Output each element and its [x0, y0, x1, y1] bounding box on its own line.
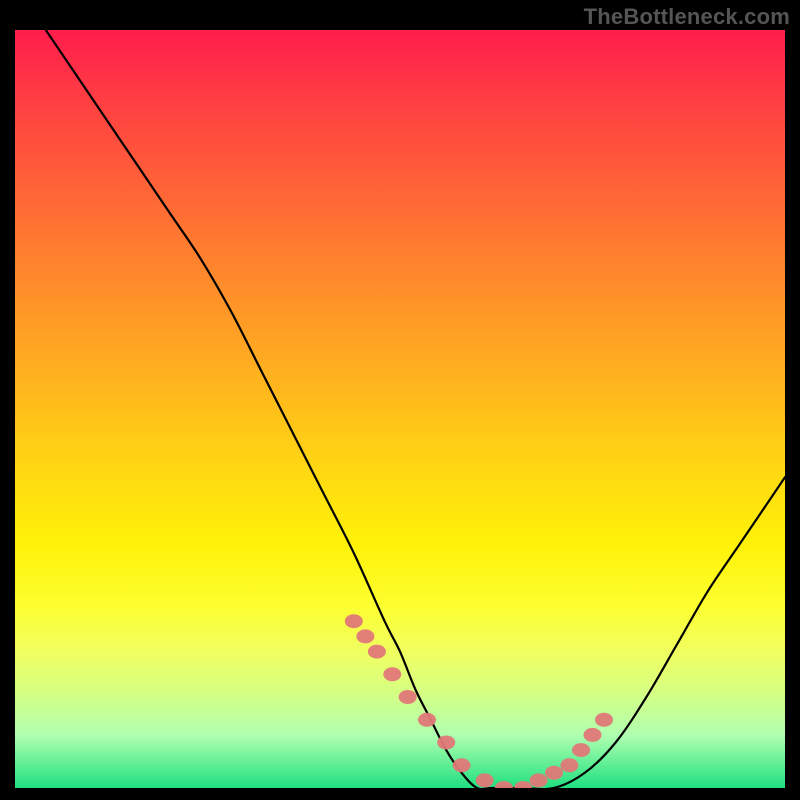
curve-marker	[584, 728, 602, 742]
curve-marker	[545, 766, 563, 780]
curve-marker	[495, 781, 513, 788]
curve-marker	[476, 773, 494, 787]
curve-marker	[418, 713, 436, 727]
curve-marker	[530, 773, 548, 787]
curve-marker	[399, 690, 417, 704]
plot-outer	[15, 30, 785, 788]
curve-marker	[560, 758, 578, 772]
curve-marker	[345, 614, 363, 628]
bottleneck-curve	[46, 30, 785, 788]
curve-markers	[345, 614, 613, 788]
curve-marker	[572, 743, 590, 757]
curve-marker	[595, 713, 613, 727]
curve-marker	[453, 758, 471, 772]
curve-marker	[383, 667, 401, 681]
curve-marker	[514, 781, 532, 788]
watermark-text: TheBottleneck.com	[584, 4, 790, 30]
chart-frame: TheBottleneck.com	[0, 0, 800, 800]
curve-marker	[368, 645, 386, 659]
curve-marker	[437, 736, 455, 750]
curve-svg	[15, 30, 785, 788]
curve-marker	[356, 629, 374, 643]
